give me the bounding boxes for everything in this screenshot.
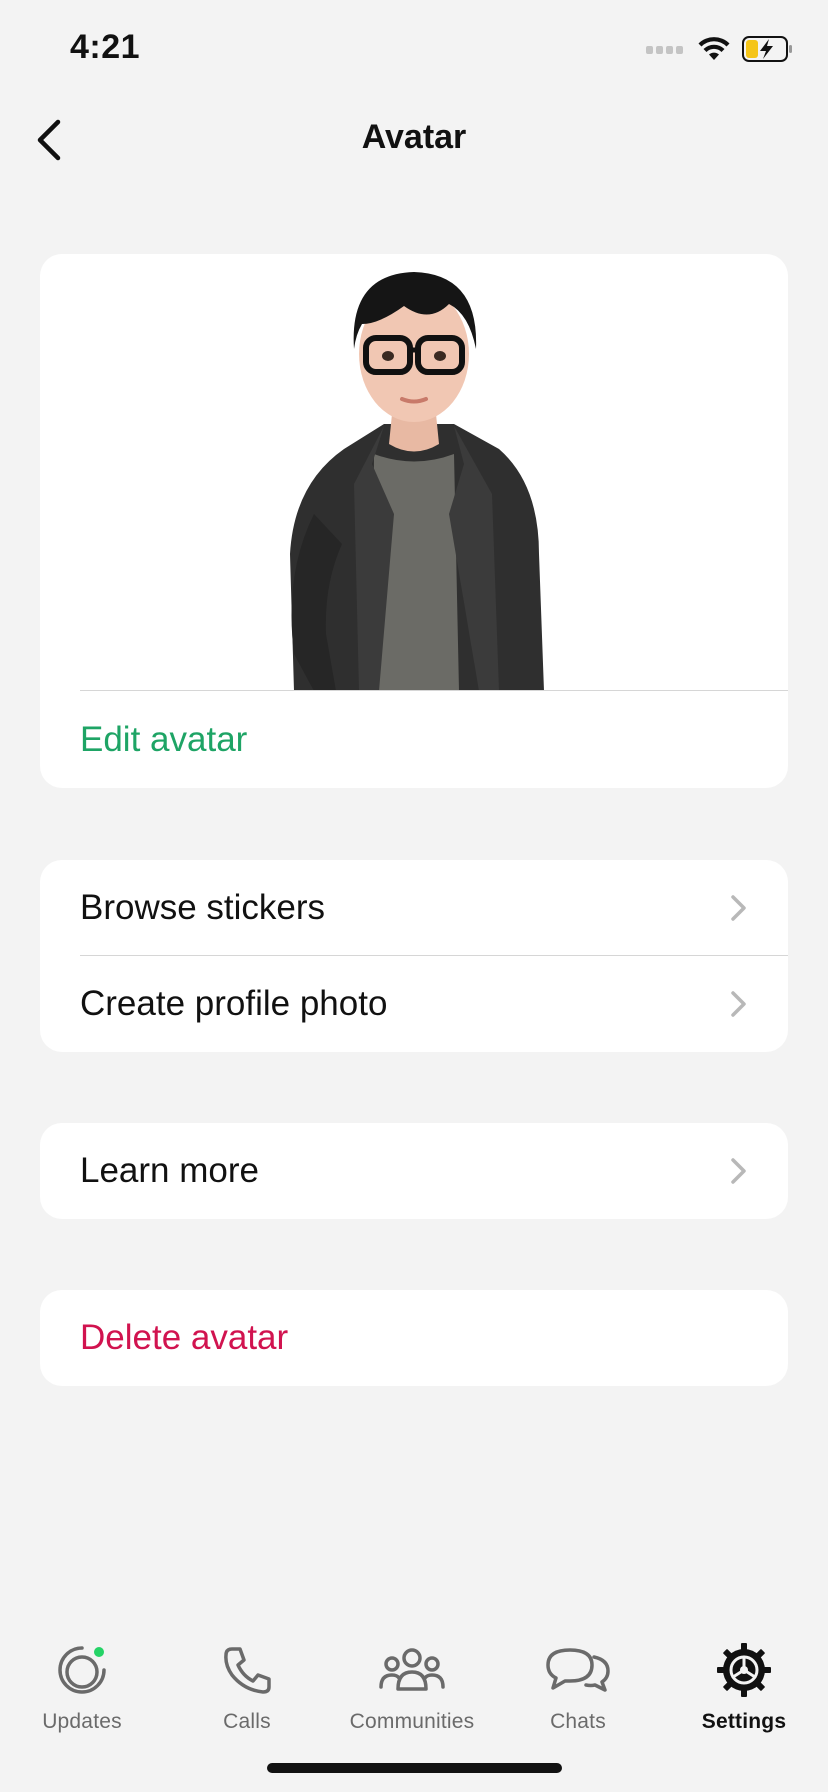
tab-chats-label: Chats [550,1710,606,1733]
updates-icon [47,1640,117,1700]
edit-avatar-button[interactable]: Edit avatar [80,691,788,788]
browse-stickers-row[interactable]: Browse stickers [40,860,788,956]
communities-icon [377,1640,447,1700]
learn-more-label: Learn more [80,1151,259,1190]
learn-more-card: Learn more [40,1123,788,1219]
delete-avatar-label: Delete avatar [80,1318,289,1357]
tab-chats[interactable]: Chats [503,1640,653,1750]
tab-communities[interactable]: Communities [337,1640,487,1750]
tab-calls-label: Calls [223,1710,271,1733]
tab-settings[interactable]: Settings [669,1640,819,1750]
wifi-icon [698,37,730,60]
settings-gear-icon [709,1640,779,1700]
tab-updates-label: Updates [42,1710,122,1733]
avatar-image [40,254,788,691]
chats-icon [543,1640,613,1700]
updates-badge [92,1645,106,1659]
tab-calls[interactable]: Calls [172,1640,322,1750]
avatar-card: Edit avatar [40,254,788,788]
page-title: Avatar [361,118,467,156]
avatar-options-card: Browse stickers Create profile photo [40,860,788,1052]
status-time: 4:21 [70,28,141,66]
chevron-right-icon [731,991,746,1017]
create-profile-photo-label: Create profile photo [80,984,388,1023]
status-icons [646,34,794,64]
chevron-right-icon [731,895,746,921]
nav-header: Avatar [0,100,828,180]
status-bar: 4:21 [0,0,828,100]
tab-updates[interactable]: Updates [7,1640,157,1750]
tab-communities-label: Communities [349,1710,475,1733]
chevron-right-icon [731,1158,746,1184]
browse-stickers-label: Browse stickers [80,888,326,927]
tab-settings-label: Settings [701,1710,787,1733]
delete-avatar-button[interactable]: Delete avatar [40,1290,788,1386]
home-indicator[interactable] [267,1763,562,1773]
delete-avatar-card: Delete avatar [40,1290,788,1386]
create-profile-photo-row[interactable]: Create profile photo [40,956,788,1052]
battery-charging-icon [742,36,792,62]
learn-more-row[interactable]: Learn more [40,1123,788,1219]
avatar-illustration [290,272,544,691]
phone-icon [212,1640,282,1700]
cellular-signal-icon [646,46,683,54]
